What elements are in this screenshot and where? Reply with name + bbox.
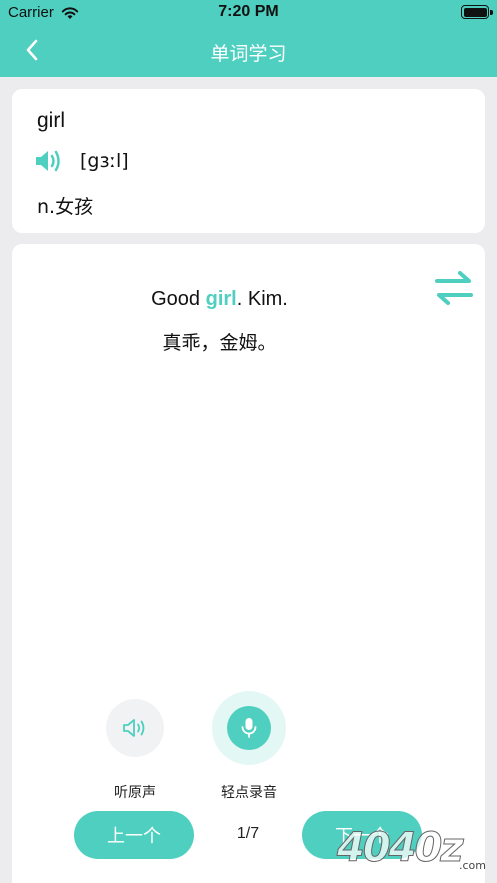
status-bar: Carrier 7:20 PM bbox=[0, 0, 497, 26]
sentence-keyword: girl bbox=[205, 288, 237, 310]
microphone-icon bbox=[241, 718, 257, 738]
page-indicator: 1/7 bbox=[236, 825, 260, 842]
svg-text:.com: .com bbox=[459, 859, 486, 872]
svg-text:4040z: 4040z bbox=[336, 825, 464, 871]
sentence-english-after: . Kim. bbox=[236, 288, 288, 310]
battery-icon bbox=[461, 5, 493, 19]
page-title: 单词学习 bbox=[210, 43, 287, 65]
watermark-logo: 4040z .com bbox=[336, 825, 487, 873]
speaker-icon bbox=[36, 150, 60, 172]
meaning-text: n.女孩 bbox=[37, 196, 94, 218]
sentence-chinese: 真乖，金姆。 bbox=[162, 332, 277, 354]
swap-button[interactable] bbox=[433, 266, 475, 310]
pronounce-button[interactable] bbox=[34, 147, 64, 175]
sentence-english-before: Good bbox=[151, 288, 206, 310]
previous-button[interactable]: 上一个 bbox=[74, 811, 194, 859]
speaker-outline-icon bbox=[123, 719, 145, 737]
record-button[interactable] bbox=[212, 691, 286, 765]
phonetic-text: [gɜːl] bbox=[80, 150, 129, 172]
play-original-label: 听原声 bbox=[114, 785, 156, 801]
status-time: 7:20 PM bbox=[218, 3, 279, 20]
app-header: Carrier 7:20 PM 单词学习 bbox=[0, 0, 497, 77]
play-original-button[interactable] bbox=[106, 699, 164, 757]
record-button-inner bbox=[227, 706, 271, 750]
sentence-card: Good girl. Kim. 真乖，金姆。 听原声 轻点录音 上一个 1/7 … bbox=[12, 244, 485, 883]
record-label: 轻点录音 bbox=[221, 785, 277, 801]
word-card: girl [gɜːl] n.女孩 bbox=[12, 89, 485, 233]
swap-arrows-icon bbox=[435, 271, 473, 305]
word-text: girl bbox=[37, 109, 66, 132]
sentence-english: Good girl. Kim. bbox=[12, 288, 427, 311]
